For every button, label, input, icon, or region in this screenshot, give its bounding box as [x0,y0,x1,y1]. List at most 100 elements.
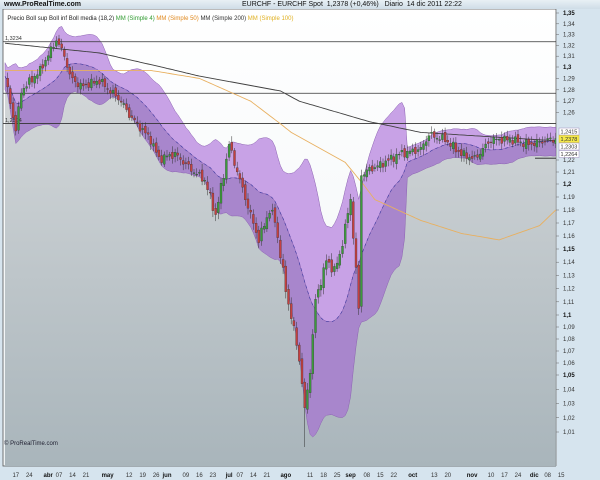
candle-body [427,135,431,141]
candle-body [362,174,366,177]
legend-item-ma200: MM (Simple 200) [200,16,247,22]
candle-body [44,60,47,67]
candle-body [346,213,350,223]
candle-body [360,175,363,307]
candle-body [303,381,306,408]
candle-body [117,94,120,101]
candle-body [338,254,341,266]
candle-body [192,172,196,174]
candle-body [257,229,260,243]
candle-body [489,141,493,143]
y-tick-label: 1,28 [563,88,575,94]
x-tick-label: 19 [139,473,146,479]
candle-body [233,150,236,166]
candle-body [138,123,142,132]
candle-body [236,167,239,173]
site-name[interactable]: www.ProRealTime.com [4,0,81,9]
candle-body [136,121,139,123]
candle-body [462,150,466,157]
candle-body [522,143,525,147]
candle-body [222,178,225,186]
x-tick-label: 14 [250,473,257,479]
candle-body [322,267,325,288]
y-tick-label: 1,34 [563,22,575,28]
candle-body [325,260,328,270]
candle-body [187,161,190,165]
candle-body [227,144,231,158]
title-bar: www.ProRealTime.com EURCHF - EURCHF Spot… [0,0,600,9]
price-chart[interactable]: 1,32341,2504 1,351,341,331,321,311,31,29… [0,0,600,480]
candle-body [76,82,80,88]
candle-body [163,154,166,165]
candle-body [411,148,414,153]
candle-body [171,152,174,159]
candle-body [408,150,412,154]
candle-body [333,266,336,272]
candle-body [246,198,250,209]
y-tick-label: 1,2 [563,182,572,188]
last-price: 1,2378 (+0,46%) [326,1,379,8]
candle-body [103,78,107,87]
candle-body [65,58,69,68]
candle-body [368,167,371,172]
y-tick-label: 1,18 [563,208,575,214]
candle-body [487,141,490,144]
candle-body [398,154,401,156]
x-tick-label: 13 [431,473,438,479]
x-tick-label: 14 [69,473,76,479]
y-tick-label: 1,05 [563,373,575,379]
candle-body [433,131,436,138]
candle-body [460,149,463,156]
candle-body [106,88,109,90]
price-marker-label: 1,2264 [561,152,578,158]
candle-body [57,38,61,45]
candle-body [406,151,409,159]
candle-body [476,154,479,158]
candle-body [503,135,506,142]
x-tick-label: 17 [501,473,508,479]
candle-body [98,79,101,85]
y-tick-label: 1,32 [563,43,575,49]
candle-body [430,132,433,134]
candle-body [403,148,406,158]
candle-body [241,177,244,188]
candle-body [495,138,498,141]
candle-body [273,207,277,223]
candle-body [122,103,125,105]
candle-body [146,132,150,135]
candle-body [114,87,117,97]
candle-body [68,66,71,75]
candle-body [200,169,204,182]
y-tick-label: 1,06 [563,361,575,367]
price-labels: 1,24151,2378 1,23031,2264 [558,127,580,158]
candle-body [549,137,552,140]
candle-body [516,134,520,143]
candle-body [101,79,104,82]
x-tick-label: 08 [363,473,370,479]
candle-body [376,165,379,168]
x-tick-label: 21 [83,473,90,479]
candle-body [392,156,395,162]
candle-body [36,74,39,79]
candle-body [63,49,66,57]
candle-body [271,209,274,212]
y-tick-label: 1,16 [563,234,575,240]
candle-body [416,149,420,152]
candle-body [33,76,36,84]
candle-body [182,160,185,165]
candle-body [292,320,296,326]
candle-body [319,285,323,291]
candle-body [470,156,474,159]
legend-item-ma4: MM (Simple 4) [115,16,155,22]
y-tick-label: 1,01 [563,430,575,436]
candle-body [279,239,282,259]
x-tick-label: 12 [126,473,133,479]
candle-body [214,208,217,215]
candle-body [422,143,425,150]
candle-body [349,199,352,216]
candle-body [500,137,503,144]
candle-body [128,107,131,118]
candle-body [465,152,468,159]
candle-body [551,140,555,143]
candle-body [6,78,9,88]
